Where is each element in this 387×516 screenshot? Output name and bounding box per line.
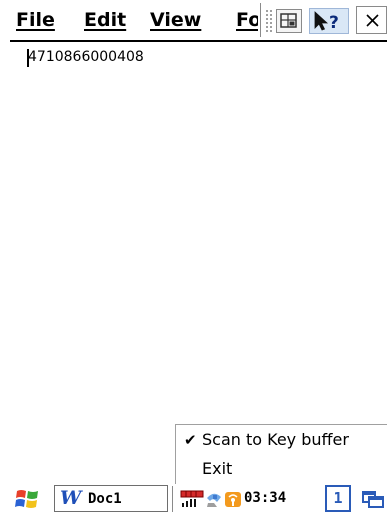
start-button[interactable] <box>14 486 42 512</box>
windows-switch-icon <box>362 491 384 508</box>
toolbar-tool-icon[interactable] <box>276 9 302 33</box>
battery-signal-icon <box>180 490 204 507</box>
whats-this-help-button[interactable]: ? <box>309 8 349 34</box>
menu-view[interactable]: View <box>150 7 201 33</box>
checkmark-icon: ✔ <box>184 431 197 449</box>
popup-menu: ✔ Scan to Key buffer Exit <box>175 424 387 484</box>
wifi-icon <box>225 492 241 507</box>
document-editor[interactable]: 4710866000408 <box>0 42 387 444</box>
wireless-icon[interactable] <box>224 489 242 509</box>
menu-item-label: Scan to Key buffer <box>202 430 349 449</box>
input-indicator-label: 1 <box>333 489 343 507</box>
menu-format-clip[interactable]: Format <box>234 0 258 40</box>
menu-item-label: Exit <box>202 459 233 478</box>
grid-tool-icon <box>280 13 297 28</box>
svg-text:?: ? <box>329 13 339 33</box>
network-icon <box>207 493 221 507</box>
menu-item-exit[interactable]: Exit <box>176 455 387 483</box>
windows-flag-icon <box>15 490 38 508</box>
task-switcher-icon[interactable] <box>360 488 387 510</box>
clock[interactable]: 03:34 <box>244 488 286 508</box>
close-icon <box>366 14 379 27</box>
taskbar-button-label: Doc1 <box>88 491 122 507</box>
close-button[interactable] <box>356 6 387 34</box>
toolbar-grip-icon[interactable] <box>266 10 272 32</box>
menu-bar: File Edit View Format ? <box>0 0 387 40</box>
menu-item-scan-to-key-buffer[interactable]: ✔ Scan to Key buffer <box>176 426 387 454</box>
signal-strength-icon[interactable] <box>180 489 204 509</box>
menu-edit[interactable]: Edit <box>84 7 126 33</box>
taskbar-button-doc1[interactable]: W Doc1 <box>54 485 168 512</box>
menu-file[interactable]: File <box>16 7 55 33</box>
tray-divider <box>172 486 173 512</box>
menu-format[interactable]: Format <box>236 7 258 33</box>
taskbar: W Doc1 03:34 1 <box>0 484 387 516</box>
menubar-divider <box>260 3 261 37</box>
help-arrow-icon: ? <box>314 11 339 33</box>
document-text[interactable]: 4710866000408 <box>28 47 144 67</box>
input-panel-indicator[interactable]: 1 <box>325 485 351 512</box>
screen: File Edit View Format ? <box>0 0 387 516</box>
network-connection-icon[interactable] <box>205 488 223 508</box>
word-doc-icon: W <box>60 487 82 509</box>
